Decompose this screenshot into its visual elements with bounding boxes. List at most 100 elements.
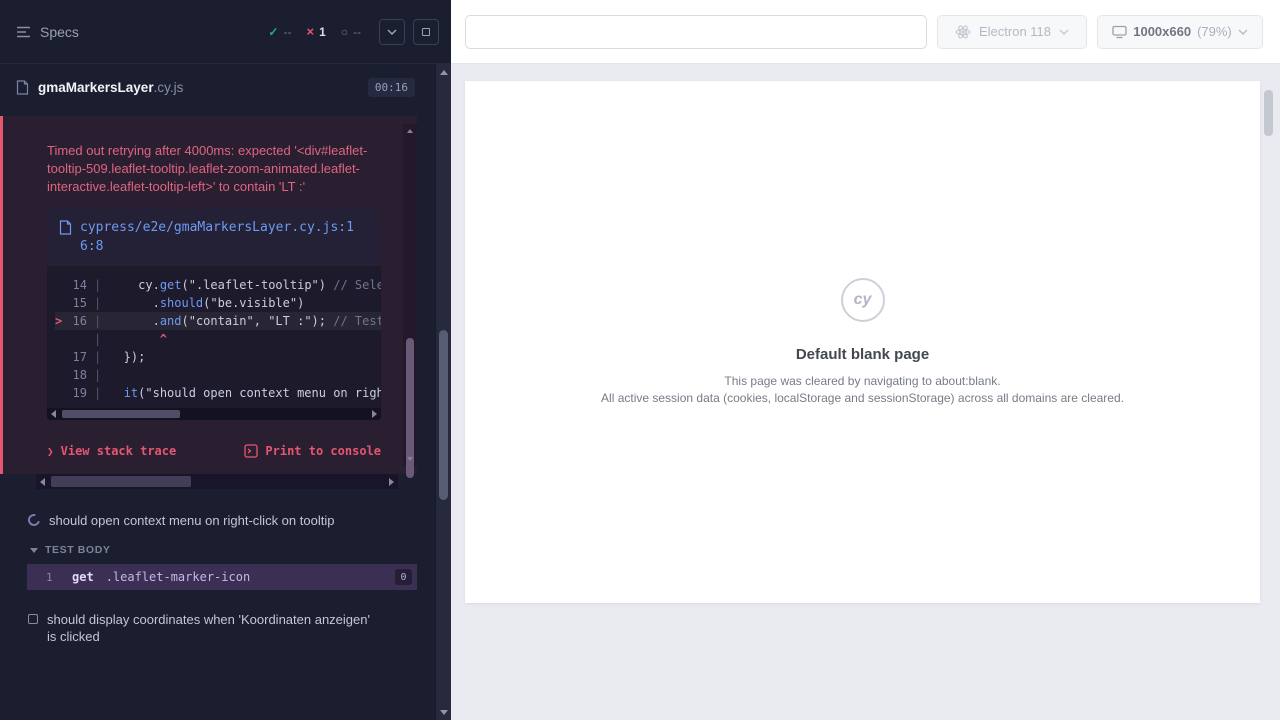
cypress-logo-text: cy [854, 291, 872, 309]
spec-duration-badge: 00:16 [368, 78, 415, 97]
test-body-toggle[interactable]: TEST BODY [0, 534, 435, 560]
stat-pending: ○ -- [341, 25, 361, 39]
aut-scrollbar-thumb[interactable] [1264, 90, 1273, 136]
reporter-content: gmaMarkersLayer.cy.js 00:16 Timed out re… [0, 64, 435, 720]
code-line: 15| .should("be.visible") [55, 294, 381, 312]
error-message: Timed out retrying after 4000ms: expecte… [47, 142, 399, 196]
command-method: get [72, 570, 94, 584]
scroll-left-arrow[interactable] [36, 474, 49, 489]
command-number: 1 [46, 571, 72, 584]
scrollbar-thumb[interactable] [439, 330, 448, 500]
error-panel-horizontal-scrollbar[interactable] [36, 474, 398, 489]
check-icon: ✓ [268, 26, 278, 38]
command-message: .leaflet-marker-icon [106, 570, 251, 584]
triangle-up-icon [440, 70, 448, 75]
scroll-right-arrow[interactable] [368, 408, 381, 420]
stop-icon [422, 28, 430, 36]
viewport-scale: (79%) [1197, 24, 1232, 39]
print-to-console-button[interactable]: Print to console [244, 444, 381, 458]
spec-name-base: gmaMarkersLayer [38, 80, 154, 95]
cypress-logo: cy [841, 278, 885, 322]
blank-page-line2: All active session data (cookies, localS… [601, 390, 1124, 407]
stat-failed: × 1 [306, 25, 325, 39]
triangle-down-icon [407, 457, 413, 461]
scrollbar-thumb[interactable] [62, 410, 180, 418]
test-processing-icon [28, 614, 38, 624]
file-icon [59, 220, 72, 235]
spec-file-icon [16, 80, 29, 95]
aut-stage: cy Default blank page This page was clea… [451, 64, 1280, 720]
url-input[interactable] [465, 15, 927, 49]
scroll-right-arrow[interactable] [385, 474, 398, 489]
command-count-badge: 0 [395, 569, 412, 585]
code-frame: cypress/e2e/gmaMarkersLayer.cy.js:16:8 1… [47, 208, 381, 420]
view-stack-trace-button[interactable]: ❯ View stack trace [47, 444, 176, 458]
command-row[interactable]: 1 get .leaflet-marker-icon 0 [27, 564, 417, 590]
view-stack-trace-label: View stack trace [61, 444, 177, 458]
code-line: 14| cy.get(".leaflet-tooltip") // Sele [55, 276, 381, 294]
viewport-selector[interactable]: 1000x660 (79%) [1097, 15, 1263, 49]
scrollbar-track[interactable] [60, 408, 368, 420]
test-title: should open context menu on right-click … [49, 512, 334, 529]
blank-page-line1: This page was cleared by navigating to a… [724, 373, 1000, 390]
stop-button[interactable] [413, 19, 439, 45]
chevron-down-icon [30, 548, 38, 553]
test-list: should open context menu on right-click … [0, 491, 435, 650]
test-body-label: TEST BODY [45, 544, 111, 556]
code-horizontal-scrollbar[interactable] [47, 408, 381, 420]
collapse-tests-button[interactable] [379, 19, 405, 45]
specs-title[interactable]: Specs [40, 24, 79, 40]
stat-pending-count: -- [353, 25, 361, 39]
test-item-running[interactable]: should open context menu on right-click … [0, 505, 435, 534]
stat-passed: ✓ -- [268, 25, 291, 39]
code-frame-header[interactable]: cypress/e2e/gmaMarkersLayer.cy.js:16:8 [47, 208, 381, 266]
aut-header: Electron 118 1000x660 (79%) [451, 0, 1280, 64]
code-line: | ^ [55, 330, 381, 348]
stat-failed-count: 1 [319, 25, 326, 39]
spec-header: gmaMarkersLayer.cy.js 00:16 [0, 64, 435, 110]
chevron-down-icon [387, 29, 397, 35]
triangle-right-icon [372, 410, 377, 418]
code-line: >16| .and("contain", "LT :"); // Test [55, 312, 381, 330]
stat-passed-count: -- [283, 25, 291, 39]
triangle-up-icon [407, 129, 413, 133]
chevron-right-icon: ❯ [47, 445, 54, 458]
viewport-size: 1000x660 [1133, 24, 1191, 39]
reporter-panel: Specs ✓ -- × 1 ○ -- [0, 0, 451, 720]
scroll-down-arrow[interactable] [436, 704, 451, 720]
test-title: should display coordinates when 'Koordin… [47, 611, 379, 645]
console-icon [244, 444, 258, 458]
code-line: 18| [55, 366, 381, 384]
blank-page-title: Default blank page [796, 346, 929, 363]
triangle-down-icon [440, 710, 448, 715]
specs-menu-icon[interactable] [16, 26, 31, 38]
triangle-left-icon [51, 410, 56, 418]
electron-browser-icon [955, 24, 971, 40]
test-item-pending[interactable]: should display coordinates when 'Koordin… [0, 604, 435, 650]
code-lines: 14| cy.get(".leaflet-tooltip") // Sele15… [47, 266, 381, 408]
triangle-right-icon [389, 478, 394, 486]
test-stats: ✓ -- × 1 ○ -- [268, 25, 361, 39]
code-frame-path-link[interactable]: cypress/e2e/gmaMarkersLayer.cy.js:16:8 [80, 218, 364, 256]
browser-name: Electron 118 [979, 24, 1051, 39]
scroll-down-arrow[interactable] [403, 452, 417, 466]
fail-icon: × [306, 25, 314, 38]
browser-selector[interactable]: Electron 118 [937, 15, 1087, 49]
code-line: 17| }); [55, 348, 381, 366]
scrollbar-track[interactable] [49, 474, 385, 489]
scroll-up-arrow[interactable] [436, 64, 451, 80]
reporter-vertical-scrollbar[interactable] [435, 64, 451, 720]
pending-icon: ○ [341, 26, 348, 38]
print-to-console-label: Print to console [265, 444, 381, 458]
aut-blank-page: cy Default blank page This page was clea… [465, 81, 1260, 603]
aut-section: Electron 118 1000x660 (79%) cy Default b… [451, 0, 1280, 720]
scrollbar-thumb[interactable] [51, 476, 191, 487]
triangle-left-icon [40, 478, 45, 486]
spec-name[interactable]: gmaMarkersLayer.cy.js [38, 80, 183, 95]
error-vertical-scrollbar[interactable] [403, 124, 417, 466]
viewport-icon [1112, 25, 1127, 39]
scroll-up-arrow[interactable] [403, 124, 417, 138]
scroll-left-arrow[interactable] [47, 408, 60, 420]
chevron-down-icon [1059, 29, 1069, 35]
test-running-spinner-icon [26, 512, 42, 528]
